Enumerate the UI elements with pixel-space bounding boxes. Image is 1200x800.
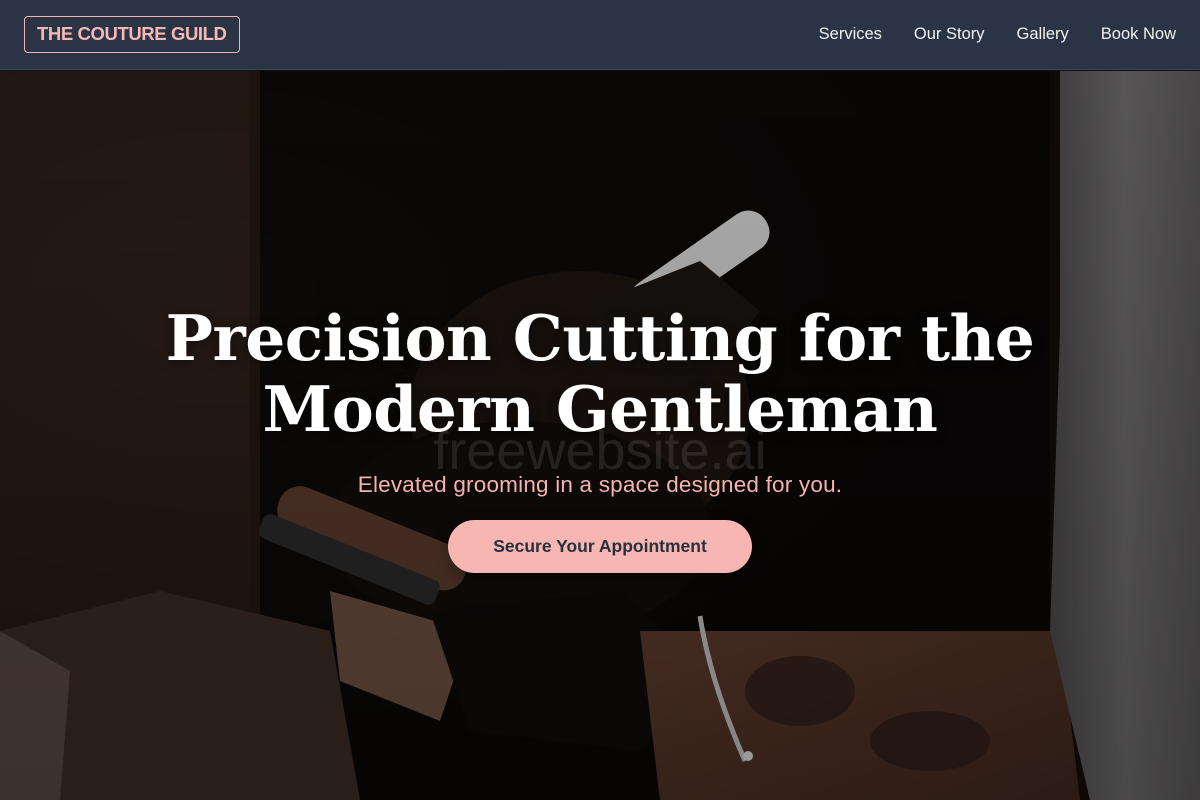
hero-section: Precision Cutting for the Modern Gentlem… xyxy=(0,71,1200,800)
secure-appointment-button[interactable]: Secure Your Appointment xyxy=(448,520,752,573)
main-nav: Services Our Story Gallery Book Now xyxy=(819,25,1176,44)
watermark: freewebsite.ai xyxy=(433,421,767,481)
nav-link-services[interactable]: Services xyxy=(819,25,882,44)
nav-link-our-story[interactable]: Our Story xyxy=(914,25,985,44)
hero-title-line-1: Precision Cutting for the xyxy=(165,301,1035,375)
nav-link-gallery[interactable]: Gallery xyxy=(1017,25,1069,44)
nav-link-book-now[interactable]: Book Now xyxy=(1101,25,1176,44)
site-logo[interactable]: THE COUTURE GUILD xyxy=(24,16,240,53)
site-header: THE COUTURE GUILD Services Our Story Gal… xyxy=(0,0,1200,70)
hero-content: Precision Cutting for the Modern Gentlem… xyxy=(0,71,1200,800)
page: THE COUTURE GUILD Services Our Story Gal… xyxy=(0,0,1200,800)
